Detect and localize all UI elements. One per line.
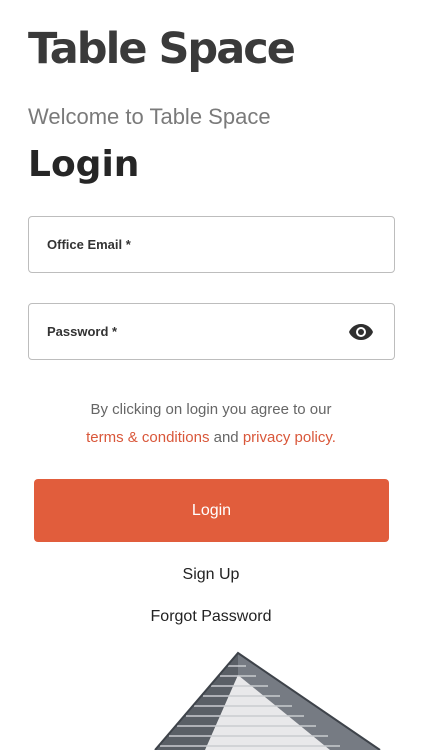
- privacy-link[interactable]: privacy policy.: [243, 429, 336, 446]
- forgot-password-link[interactable]: Forgot Password: [0, 608, 422, 626]
- and-text: and: [213, 429, 239, 446]
- welcome-text: Welcome to Table Space: [28, 104, 271, 129]
- app-logo: Table Space: [28, 24, 296, 74]
- login-button[interactable]: Login: [34, 479, 389, 542]
- sign-up-link[interactable]: Sign Up: [0, 566, 422, 584]
- terms-link[interactable]: terms & conditions: [86, 429, 209, 446]
- password-input[interactable]: [29, 304, 394, 359]
- page-title: Login: [28, 144, 140, 185]
- terms-notice-text: By clicking on login you agree to our: [90, 401, 332, 418]
- password-field[interactable]: Password *: [28, 303, 395, 360]
- email-input[interactable]: [29, 217, 394, 272]
- eye-icon[interactable]: [348, 322, 374, 342]
- building-image: [154, 651, 381, 750]
- terms-notice: By clicking on login you agree to our te…: [0, 396, 422, 452]
- email-field[interactable]: Office Email *: [28, 216, 395, 273]
